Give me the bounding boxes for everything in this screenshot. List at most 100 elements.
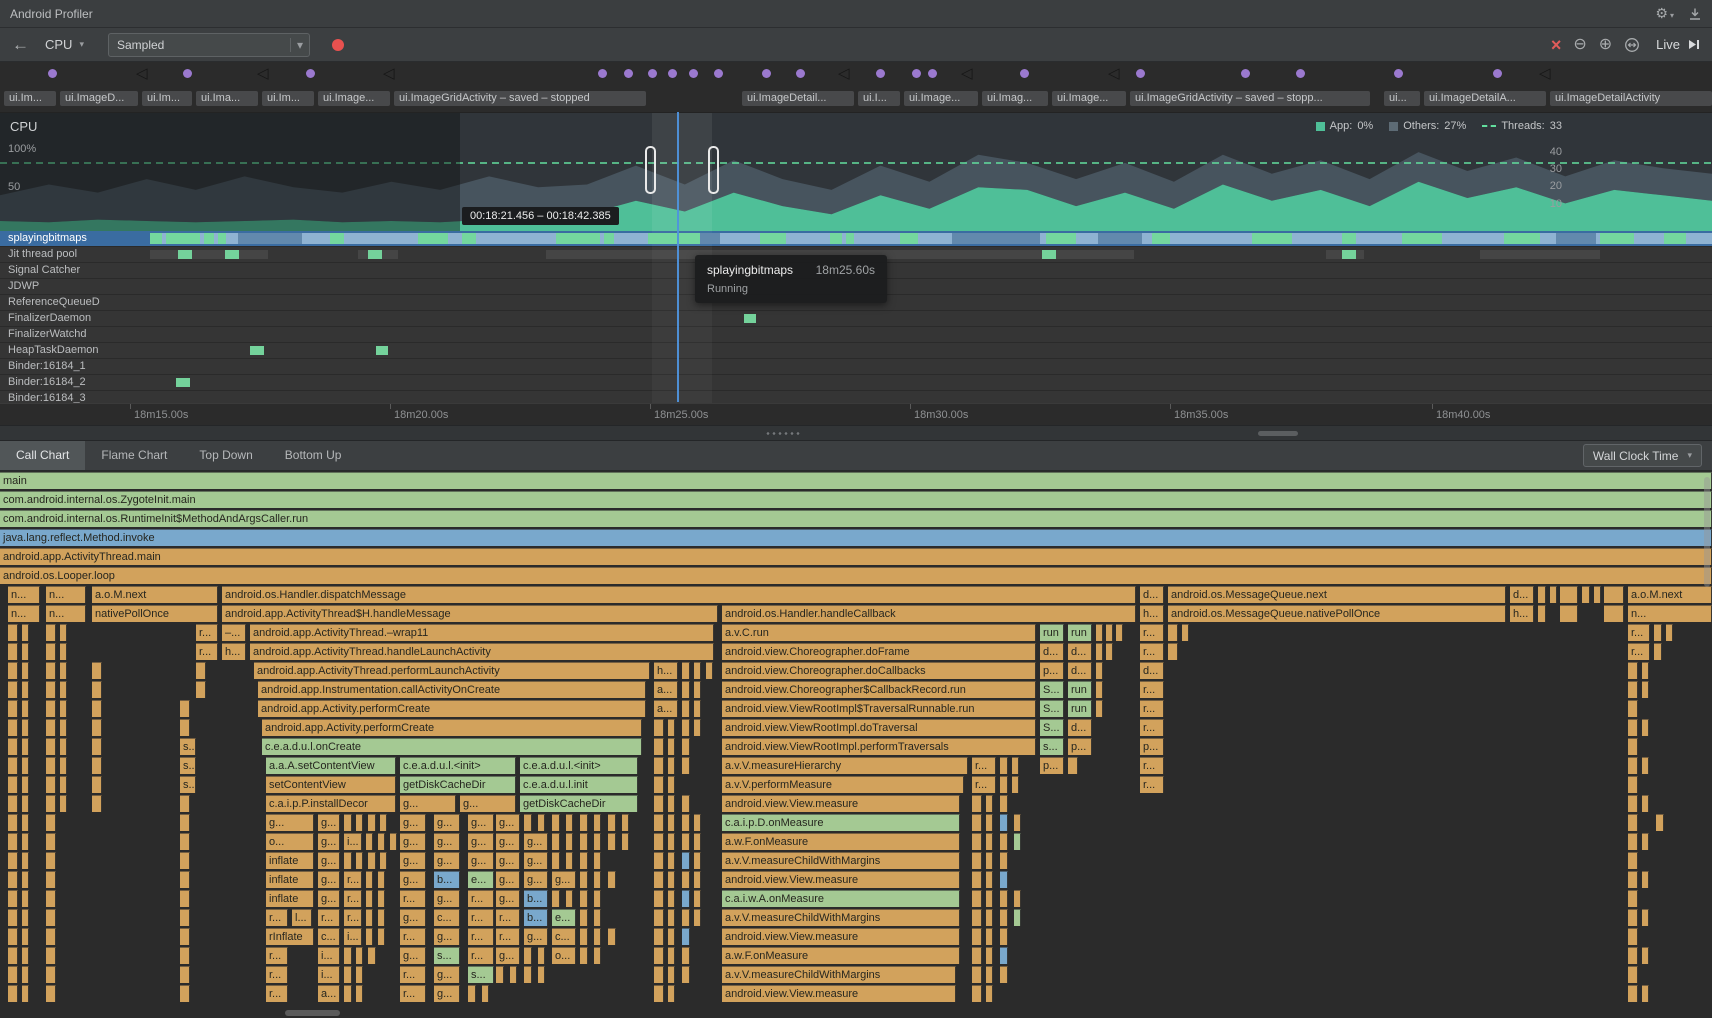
call-chart-segment[interactable]: a.o.M.next [92,586,218,603]
call-chart-segment[interactable] [682,757,690,774]
call-chart-segment[interactable] [566,814,573,831]
call-chart-segment[interactable]: r... [344,890,362,907]
call-chart-segment[interactable]: android.app.Activity.performCreate [258,700,646,717]
call-chart-segment[interactable] [22,814,29,831]
call-chart-segment[interactable]: g... [318,852,340,869]
call-chart-segment[interactable] [46,985,56,1002]
zoom-in-button[interactable]: ⊕ [1599,37,1612,53]
call-chart-segment[interactable] [668,852,675,869]
call-chart-segment[interactable] [92,681,102,698]
call-chart-segment[interactable]: g... [400,833,426,850]
call-chart-segment[interactable] [668,738,675,755]
tab-bottom-up[interactable]: Bottom Up [269,441,358,470]
activity-bar[interactable]: ui.ImageDetailActivity [1550,91,1712,106]
call-chart-segment[interactable] [986,795,993,812]
activity-bar[interactable]: ui.I... [858,91,900,106]
call-chart-segment[interactable]: a.v.V.measureHierarchy [722,757,968,774]
call-chart-segment[interactable]: r... [1140,700,1164,717]
call-chart-segment[interactable]: p... [1040,757,1064,774]
call-chart-segment[interactable]: g... [524,833,548,850]
activity-bar[interactable]: ui.ImageGridActivity – saved – stopped [394,91,646,106]
call-chart-segment[interactable] [60,681,67,698]
call-chart-segment[interactable]: r... [196,643,218,660]
call-chart-segment[interactable] [22,643,29,660]
call-chart-segment[interactable] [986,852,993,869]
call-chart-segment[interactable]: g... [318,833,340,850]
thread-row[interactable]: Binder:16184_1 [0,359,1712,375]
call-chart-segment[interactable] [46,966,56,983]
call-chart-segment[interactable] [1106,624,1113,641]
call-chart-segment[interactable] [180,719,190,736]
call-chart-segment[interactable]: android.view.View.measure [722,928,960,945]
call-chart-segment[interactable] [972,871,982,888]
call-chart-segment[interactable] [60,776,67,793]
call-chart-segment[interactable]: e... [468,871,494,888]
call-chart-segment[interactable] [1628,681,1638,698]
call-chart-segment[interactable] [552,833,560,850]
call-chart-segment[interactable]: r... [318,909,340,926]
call-chart-segment[interactable]: g... [496,947,520,964]
call-chart-segment[interactable]: h... [222,643,246,660]
call-chart-segment[interactable]: android.view.ViewRootImpl$TraversalRunna… [722,700,1036,717]
call-chart-segment[interactable] [1000,871,1008,888]
call-chart-segment[interactable]: android.app.Activity.performCreate [262,719,642,736]
call-chart-segment[interactable] [1096,624,1103,641]
call-chart-segment[interactable]: android.view.ViewRootImpl.performTravers… [722,738,1036,755]
call-chart-segment[interactable] [1642,871,1649,888]
call-chart-segment[interactable]: h... [654,662,678,679]
call-chart-segment[interactable] [1096,662,1103,679]
call-chart-segment[interactable] [654,871,664,888]
horizontal-scrollbar-thumb[interactable] [1258,431,1298,436]
call-chart-segment[interactable] [972,966,982,983]
call-chart-segment[interactable] [368,814,376,831]
call-chart-segment[interactable]: r... [468,909,494,926]
call-chart-segment[interactable] [366,909,373,926]
call-chart-segment[interactable]: g... [434,985,460,1002]
call-chart-segment[interactable] [694,719,701,736]
call-chart-segment[interactable] [972,852,982,869]
call-chart-segment[interactable]: android.os.MessageQueue.nativePollOnce [1168,605,1506,622]
call-chart-segment[interactable] [1628,700,1638,717]
splitter-grip-icon[interactable] [765,431,801,437]
call-chart-segment[interactable]: run [1040,624,1064,641]
call-chart-segment[interactable] [1628,909,1638,926]
call-chart-segment[interactable]: android.view.Choreographer.doCallbacks [722,662,1036,679]
call-chart-segment[interactable] [8,643,18,660]
call-chart-segment[interactable] [510,966,517,983]
call-chart-segment[interactable] [972,890,982,907]
call-chart-segment[interactable]: r... [1140,776,1164,793]
call-chart-segment[interactable]: d... [1068,662,1092,679]
call-chart-segment[interactable] [1654,624,1662,641]
call-chart-segment[interactable] [22,776,29,793]
call-chart-segment[interactable]: g... [524,871,548,888]
call-chart-segment[interactable] [22,928,29,945]
call-chart-segment[interactable] [566,852,573,869]
call-chart-segment[interactable]: c... [552,928,576,945]
call-chart-segment[interactable] [1000,814,1008,831]
call-chart-segment[interactable] [482,985,489,1002]
call-chart-segment[interactable] [654,795,664,812]
call-chart-segment[interactable] [60,738,67,755]
call-chart-segment[interactable] [580,890,588,907]
call-chart-segment[interactable] [1642,757,1649,774]
call-chart-segment[interactable] [1628,776,1638,793]
call-chart-segment[interactable]: android.os.Handler.dispatchMessage [222,586,1136,603]
call-chart-segment[interactable] [46,814,56,831]
call-chart-segment[interactable]: rInflate [266,928,314,945]
call-chart-segment[interactable]: g... [434,928,460,945]
call-chart-segment[interactable]: c.a.i.w.A.onMeasure [722,890,960,907]
activity-bar[interactable]: ui.Ima... [196,91,258,106]
call-chart-segment[interactable] [180,966,190,983]
call-chart-segment[interactable] [668,871,675,888]
call-chart-segment[interactable] [60,624,67,641]
call-chart-segment[interactable]: c.e.a.d.u.l.init [520,776,638,793]
call-chart-segment[interactable]: g... [468,833,494,850]
call-chart-segment[interactable]: android.app.Instrumentation.callActivity… [258,681,646,698]
call-chart-segment[interactable] [668,833,675,850]
call-chart-segment[interactable] [92,662,102,679]
call-chart-segment[interactable] [986,833,993,850]
call-chart-segment[interactable]: getDiskCacheDir [400,776,516,793]
call-chart-segment[interactable] [22,624,29,641]
call-chart-segment[interactable]: a.v.C.run [722,624,1036,641]
call-chart-segment[interactable] [22,947,29,964]
